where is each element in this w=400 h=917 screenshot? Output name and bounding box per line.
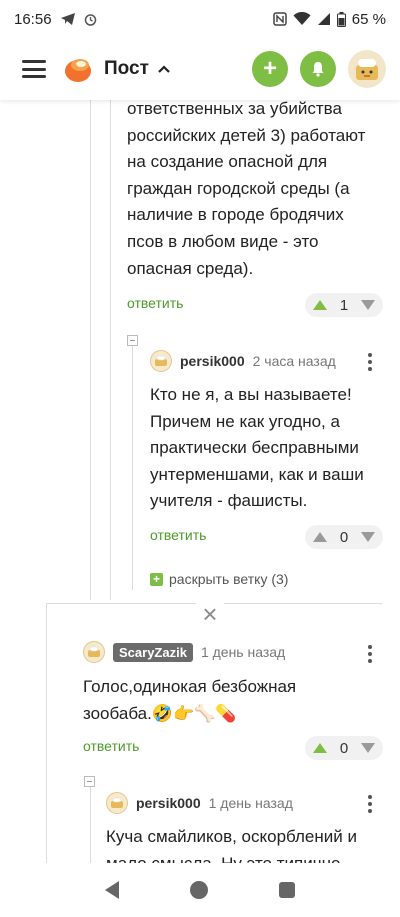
vote-widget: 1 (305, 293, 383, 317)
close-icon[interactable]: × (196, 601, 224, 629)
comment-text: Куча смайликов, оскорблений и мало смысл… (106, 827, 357, 863)
username[interactable]: persik000 (180, 353, 245, 369)
nfc-icon (273, 12, 287, 26)
avatar[interactable] (348, 50, 386, 88)
alarm-icon (84, 13, 96, 26)
vote-widget: 0 (305, 525, 383, 549)
avatar[interactable] (106, 792, 128, 814)
thread-line (90, 782, 91, 863)
thread-line (90, 100, 91, 600)
add-post-button[interactable]: + (252, 51, 288, 87)
more-options-icon[interactable] (368, 353, 372, 371)
comment-header: persik000 1 день назад (106, 792, 293, 814)
plus-icon: + (262, 55, 277, 82)
plus-icon: + (150, 572, 163, 586)
downvote-icon[interactable] (361, 300, 375, 310)
home-icon[interactable] (189, 881, 208, 899)
avatar[interactable] (83, 641, 105, 663)
upvote-icon[interactable] (313, 300, 327, 310)
system-nav-bar (0, 863, 400, 917)
telegram-icon (60, 13, 75, 25)
comment-text: Кто не я, а вы называете! Причем не как … (150, 385, 364, 511)
wifi-icon (293, 12, 311, 25)
comment-text: Голос,одинокая безбожная зообаба.🤣👉🦴💊 (83, 677, 297, 723)
bell-icon (312, 62, 324, 77)
chevron-up-icon[interactable] (157, 64, 171, 74)
comment-text: ответственных за убийства российских дет… (127, 100, 366, 278)
back-icon[interactable] (105, 881, 120, 899)
more-options-icon[interactable] (368, 795, 372, 813)
page-title[interactable]: Пост (104, 58, 149, 80)
more-options-icon[interactable] (368, 645, 372, 663)
username[interactable]: persik000 (136, 795, 201, 811)
username[interactable]: ScaryZazik (113, 642, 193, 662)
vote-count: 1 (339, 296, 349, 314)
clock: 16:56 (14, 10, 52, 28)
timestamp: 2 часа назад (252, 353, 336, 369)
notifications-button[interactable] (300, 51, 336, 87)
status-bar: 16:56 65 % (0, 0, 400, 38)
reply-button[interactable]: ответить (83, 738, 139, 754)
vote-widget: 0 (305, 736, 383, 760)
comment-header: persik000 2 часа назад (150, 350, 336, 372)
avatar[interactable] (150, 350, 172, 372)
expand-thread-label: раскрыть ветку (3) (169, 571, 289, 587)
reply-button[interactable]: ответить (150, 527, 206, 543)
thread-line (110, 100, 111, 600)
collapse-thread-button[interactable] (84, 776, 95, 787)
downvote-icon[interactable] (361, 532, 375, 542)
vote-count: 0 (339, 528, 349, 546)
timestamp: 1 день назад (208, 795, 293, 811)
downvote-icon[interactable] (361, 743, 375, 753)
upvote-icon[interactable] (313, 743, 327, 753)
collapse-thread-button[interactable] (127, 335, 138, 346)
reply-button[interactable]: ответить (127, 295, 183, 311)
timestamp: 1 день назад (200, 644, 286, 660)
comments-feed[interactable]: ответственных за убийства российских дет… (0, 100, 400, 863)
vote-count: 0 (339, 739, 349, 757)
battery-level: 65 % (351, 10, 386, 28)
menu-icon[interactable] (22, 60, 46, 78)
app-header: Пост + (0, 38, 400, 100)
recents-icon[interactable] (278, 882, 295, 898)
logo-icon[interactable] (62, 53, 94, 85)
expand-thread-button[interactable]: + раскрыть ветку (3) (150, 571, 288, 587)
thread-line (46, 603, 47, 863)
signal-icon (317, 13, 330, 25)
thread-line (132, 345, 133, 590)
comment-header: ScaryZazik 1 день назад (83, 641, 285, 663)
upvote-icon[interactable] (313, 532, 327, 542)
battery-icon (336, 11, 346, 27)
